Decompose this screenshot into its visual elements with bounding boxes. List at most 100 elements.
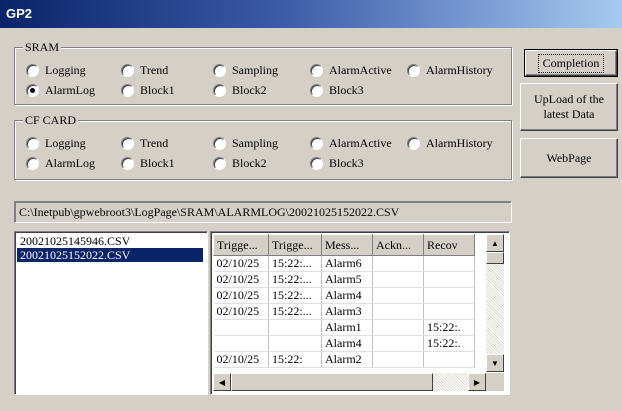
table-cell (372, 351, 424, 368)
cf-card-radio-block1[interactable]: Block1 (121, 155, 175, 171)
table-cell (372, 319, 424, 336)
scroll-right-arrow-icon[interactable]: ▶ (468, 373, 486, 391)
table-cell: 02/10/25 (213, 255, 269, 272)
column-header[interactable]: Trigge... (268, 234, 322, 256)
radio-label: Block2 (232, 155, 267, 170)
radio-label: AlarmActive (329, 135, 392, 150)
vertical-scroll-thumb[interactable] (486, 252, 504, 264)
table-cell (372, 255, 424, 272)
cf-card-radio-block2[interactable]: Block2 (213, 155, 267, 171)
cf-card-radio-sampling[interactable]: Sampling (213, 135, 278, 151)
radio-label: Logging (45, 62, 86, 77)
scroll-left-arrow-icon[interactable]: ◀ (213, 373, 231, 391)
radio-label: Block3 (329, 82, 364, 97)
table-cell (372, 271, 424, 288)
table-row[interactable]: 02/10/25 15:22:... Alarm4 (213, 287, 475, 304)
radio-circle-icon (310, 136, 323, 150)
column-header[interactable]: Recov (423, 234, 475, 256)
table-cell (372, 335, 424, 352)
table-cell (423, 287, 475, 304)
sram-radio-sampling[interactable]: Sampling (213, 62, 278, 78)
cf-card-group-label: CF CARD (23, 113, 79, 128)
table-row[interactable]: Alarm4 15:22:. (213, 335, 475, 352)
upload-button-line1: UpLoad of the (534, 92, 604, 106)
sram-radio-block2[interactable]: Block2 (213, 82, 267, 98)
table-cell: 02/10/25 (213, 271, 269, 288)
cf-card-radio-alarmlog[interactable]: AlarmLog (26, 155, 95, 171)
radio-label: AlarmHistory (426, 62, 493, 77)
file-name: 20021025145946.CSV (20, 234, 131, 248)
sram-radio-block1[interactable]: Block1 (121, 82, 175, 98)
table-cell (268, 319, 322, 336)
radio-label: Trend (140, 62, 169, 77)
column-header[interactable]: Mess... (321, 234, 373, 256)
cf-card-radio-logging[interactable]: Logging (26, 135, 86, 151)
completion-button[interactable]: Completion (524, 49, 618, 77)
radio-label: Sampling (232, 62, 279, 77)
webpage-button[interactable]: WebPage (520, 138, 618, 178)
scroll-down-arrow-icon[interactable]: ▼ (486, 354, 504, 372)
table-row[interactable]: 02/10/25 15:22: Alarm2 (213, 351, 475, 368)
radio-circle-icon (121, 63, 134, 77)
alarm-log-table[interactable]: Trigge... Trigge... Mess... Ackn... Reco… (210, 231, 510, 395)
radio-label: AlarmLog (45, 82, 95, 97)
table-row[interactable]: 02/10/25 15:22:... Alarm5 (213, 271, 475, 288)
column-header[interactable]: Trigge... (213, 234, 269, 256)
table-cell: 15:22:... (268, 255, 322, 272)
radio-circle-icon (26, 83, 39, 97)
file-path-display: C:\Inetpub\gpwebroot3\LogPage\SRAM\ALARM… (14, 201, 512, 223)
table-cell (423, 271, 475, 288)
table-cell: Alarm5 (321, 271, 373, 288)
table-cell (423, 255, 475, 272)
sram-radio-trend[interactable]: Trend (121, 62, 168, 78)
table-cell (213, 319, 269, 336)
webpage-button-label: WebPage (546, 150, 592, 165)
cf-card-radio-alarmactive[interactable]: AlarmActive (310, 135, 392, 151)
table-cell: Alarm6 (321, 255, 373, 272)
table-row[interactable]: 02/10/25 15:22:... Alarm6 (213, 255, 475, 272)
vertical-scrollbar[interactable]: ▲ ▼ (486, 234, 504, 372)
alarm-grid: Trigge... Trigge... Mess... Ackn... Reco… (213, 234, 475, 368)
sram-radio-alarmhistory[interactable]: AlarmHistory (407, 62, 493, 78)
table-cell: 15:22: (268, 351, 322, 368)
sram-radio-alarmactive[interactable]: AlarmActive (310, 62, 392, 78)
cf-card-radio-alarmhistory[interactable]: AlarmHistory (407, 135, 493, 151)
table-row[interactable]: Alarm1 15:22:. (213, 319, 475, 336)
cf-card-radio-trend[interactable]: Trend (121, 135, 168, 151)
table-row[interactable]: 02/10/25 15:22:... Alarm3 (213, 303, 475, 320)
radio-circle-icon (213, 63, 226, 77)
sram-radio-alarmlog[interactable]: AlarmLog (26, 82, 95, 98)
table-cell (213, 335, 269, 352)
completion-button-label: Completion (537, 53, 605, 73)
table-cell: 15:22:... (268, 303, 322, 320)
scroll-up-arrow-icon[interactable]: ▲ (486, 234, 504, 252)
radio-label: Sampling (232, 135, 279, 150)
radio-circle-icon (310, 63, 323, 77)
horizontal-scrollbar[interactable]: ◀ ▶ (213, 373, 486, 391)
cf-card-radio-block3[interactable]: Block3 (310, 155, 364, 171)
upload-latest-data-button[interactable]: UpLoad of the latest Data (520, 83, 618, 131)
column-header[interactable]: Ackn... (372, 234, 424, 256)
table-cell: Alarm2 (321, 351, 373, 368)
table-cell: Alarm4 (321, 335, 373, 352)
sram-radio-block3[interactable]: Block3 (310, 82, 364, 98)
radio-circle-icon (26, 63, 39, 77)
sram-radio-logging[interactable]: Logging (26, 62, 86, 78)
radio-circle-icon (26, 136, 39, 150)
radio-circle-icon (407, 136, 420, 150)
radio-label: Block1 (140, 82, 175, 97)
sram-group-label: SRAM (23, 40, 62, 55)
file-list-item-selected[interactable]: 20021025152022.CSV (17, 248, 203, 262)
radio-circle-icon (310, 156, 323, 170)
table-cell (372, 303, 424, 320)
radio-label: Trend (140, 135, 169, 150)
radio-circle-icon (213, 136, 226, 150)
table-cell: 02/10/25 (213, 351, 269, 368)
horizontal-scroll-thumb[interactable] (231, 373, 433, 391)
file-list[interactable]: 20021025145946.CSV 20021025152022.CSV (14, 231, 208, 395)
table-cell (268, 335, 322, 352)
title-bar: GP2 (0, 0, 622, 28)
radio-circle-icon (407, 63, 420, 77)
table-cell (423, 351, 475, 368)
file-list-item[interactable]: 20021025145946.CSV (17, 234, 203, 248)
